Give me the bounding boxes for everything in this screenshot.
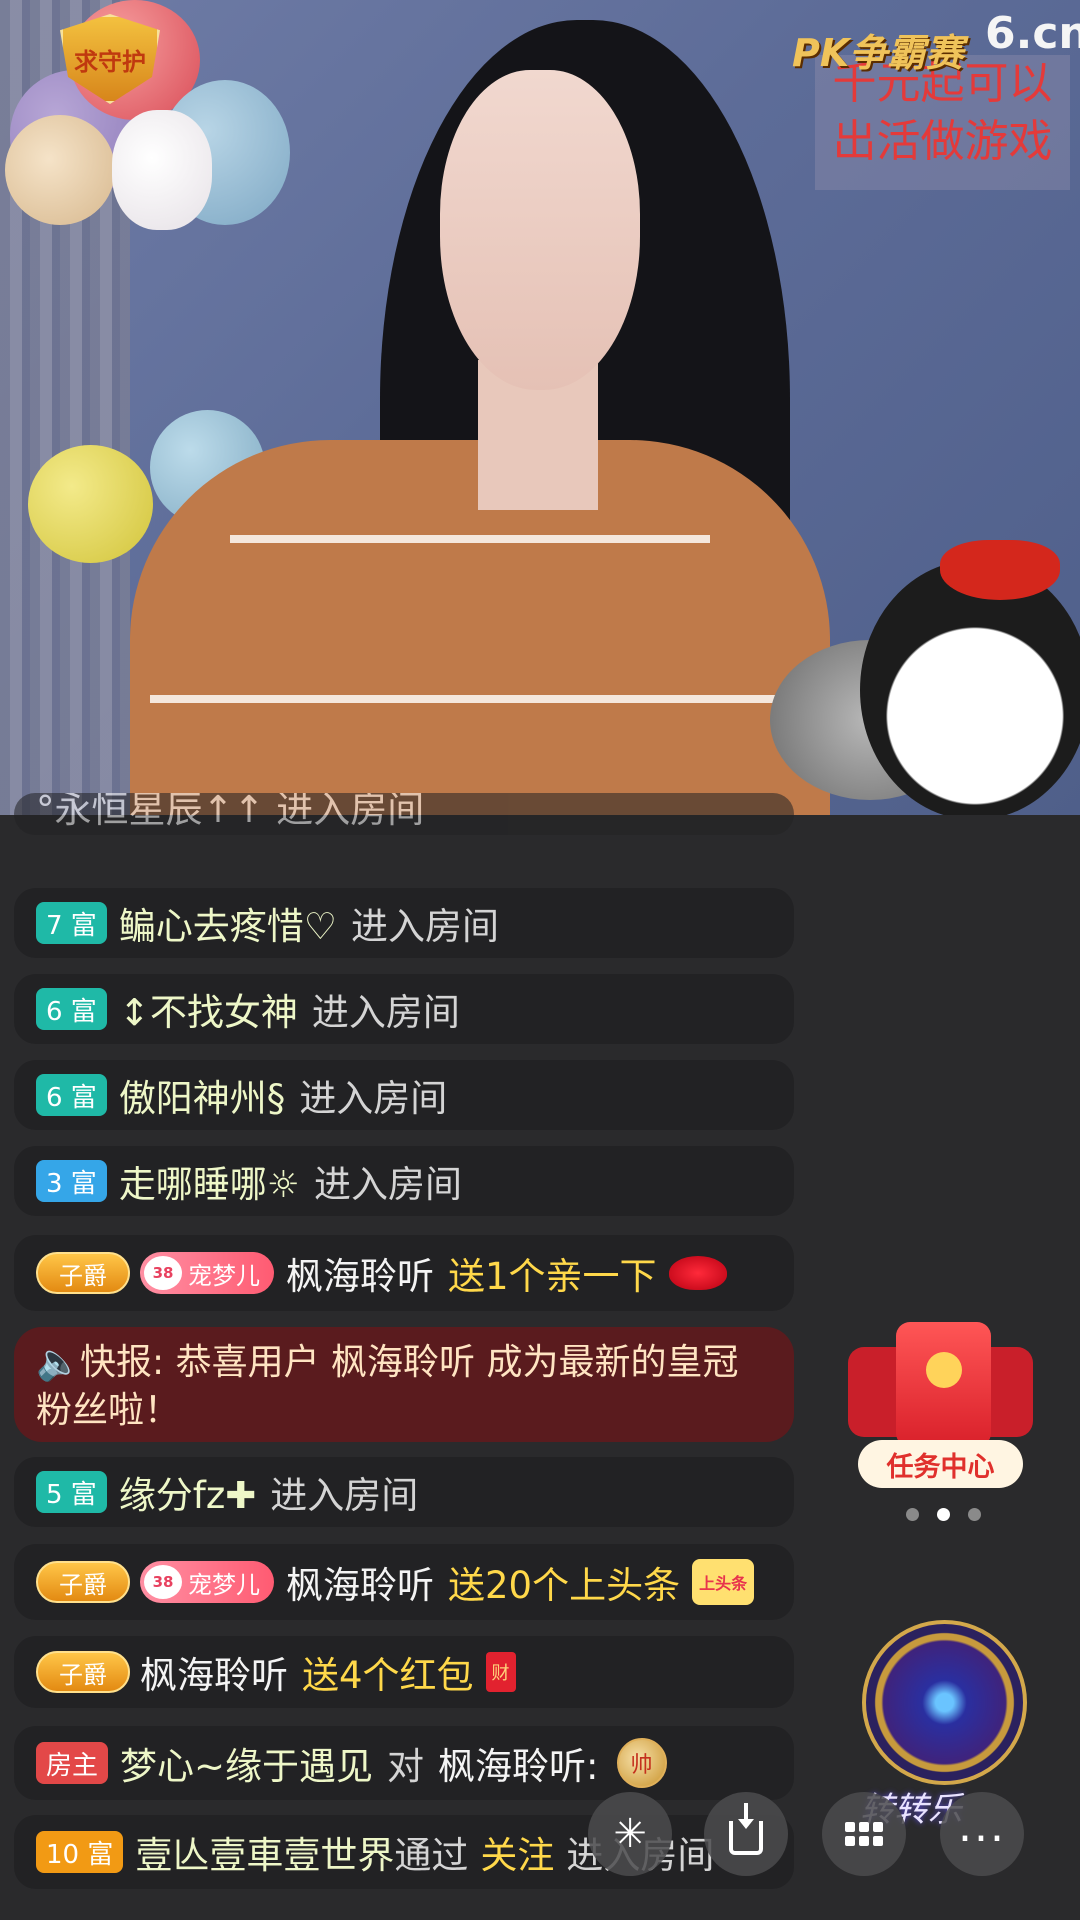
target-nickname[interactable]: 枫海聆听: bbox=[438, 1736, 598, 1790]
lucky-wheel-icon[interactable] bbox=[862, 1620, 1027, 1785]
wealth-level-badge: 3 富 bbox=[36, 1160, 107, 1202]
chat-message[interactable]: 7 富 鳊心去疼惜♡ 进入房间 bbox=[14, 888, 794, 958]
host-message[interactable]: 房主 梦心~缘于遇见 对 枫海聆听: 帅 bbox=[14, 1726, 794, 1800]
user-nickname[interactable]: 枫海聆听 bbox=[140, 1645, 288, 1699]
wealth-level-badge: 6 富 bbox=[36, 1074, 107, 1116]
live-video[interactable]: 求守护 千元起可以 出活做游戏 PK争霸赛 6.cn bbox=[0, 0, 1080, 815]
gift-message[interactable]: 子爵 38 宠梦儿 枫海聆听 送20个上头条 上头条 bbox=[14, 1544, 794, 1620]
bear-sticker-icon bbox=[5, 115, 115, 225]
enter-room-text: 进入房间 bbox=[270, 1474, 419, 1517]
gift-text: 送1个亲一下 bbox=[448, 1255, 657, 1298]
pk-logo: PK争霸赛 bbox=[792, 31, 964, 75]
overlay-line-2: 出活做游戏 bbox=[832, 116, 1053, 167]
chat-message[interactable]: 6 富 ↕不找女神 进入房间 bbox=[14, 974, 794, 1044]
follow-text: 关注 bbox=[480, 1834, 555, 1877]
enter-room-text: 进入房间 bbox=[299, 1077, 448, 1120]
chat-message-text: °永恒星辰↑↑ 进入房间 bbox=[36, 793, 425, 831]
guard-badge-label: 求守护 bbox=[74, 47, 146, 76]
fan-badge: 38 宠梦儿 bbox=[140, 1252, 274, 1294]
red-packet-icon: 财 bbox=[485, 1652, 516, 1692]
task-center-button[interactable]: 任务中心 bbox=[848, 1322, 1033, 1497]
task-center-label: 任务中心 bbox=[858, 1440, 1023, 1488]
chat-message-cut: °永恒星辰↑↑ 进入房间 bbox=[14, 793, 794, 835]
chat-message[interactable]: 10 富 壹亾壹車壹世界 通过 关注 进入房间 bbox=[14, 1815, 794, 1889]
speaker-icon: 🔈 bbox=[36, 1342, 81, 1383]
download-icon bbox=[729, 1803, 763, 1855]
user-nickname[interactable]: 走哪睡哪☼ bbox=[119, 1154, 300, 1208]
user-nickname[interactable]: 傲阳神州§ bbox=[119, 1068, 286, 1122]
user-nickname[interactable]: 缘分fz✚ bbox=[119, 1465, 256, 1519]
share-button[interactable]: ✳ bbox=[588, 1792, 672, 1876]
chat-message[interactable]: 6 富 傲阳神州§ 进入房间 bbox=[14, 1060, 794, 1130]
apps-button[interactable] bbox=[822, 1792, 906, 1876]
handsome-token-icon: 帅 bbox=[616, 1738, 667, 1788]
plush-toy bbox=[860, 560, 1080, 815]
user-nickname[interactable]: 鳊心去疼惜♡ bbox=[119, 896, 337, 950]
carousel-dot-active[interactable] bbox=[937, 1508, 950, 1521]
noble-badge: 子爵 bbox=[36, 1561, 130, 1603]
user-nickname[interactable]: 梦心~缘于遇见 bbox=[120, 1736, 373, 1790]
gift-message[interactable]: 子爵 枫海聆听 送4个红包 财 bbox=[14, 1636, 794, 1708]
broadcast-banner[interactable]: 🔈快报: 恭喜用户 枫海聆听 成为最新的皇冠粉丝啦！ bbox=[14, 1327, 794, 1442]
carousel-dots[interactable] bbox=[906, 1508, 981, 1521]
heart-icon: 38 bbox=[144, 1565, 182, 1599]
plush-bow bbox=[940, 540, 1060, 600]
gift-text: 送4个红包 bbox=[302, 1654, 474, 1697]
share-sparkle-icon: ✳ bbox=[613, 1811, 647, 1857]
more-button[interactable]: ... bbox=[940, 1792, 1024, 1876]
fan-badge: 38 宠梦儿 bbox=[140, 1561, 274, 1603]
heart-icon: 38 bbox=[144, 1256, 182, 1290]
wealth-level-badge: 5 富 bbox=[36, 1471, 107, 1513]
via-text: 通过 bbox=[394, 1834, 469, 1877]
enter-room-text: 进入房间 bbox=[350, 905, 499, 948]
enter-room-text: 进入房间 bbox=[313, 1163, 462, 1206]
to-text: 对 bbox=[387, 1745, 425, 1788]
noble-badge: 子爵 bbox=[36, 1252, 130, 1294]
streamer-face bbox=[440, 70, 640, 390]
user-nickname[interactable]: 枫海聆听 bbox=[286, 1555, 434, 1609]
host-badge: 房主 bbox=[36, 1742, 109, 1784]
chat-message[interactable]: 3 富 走哪睡哪☼ 进入房间 bbox=[14, 1146, 794, 1216]
headline-icon: 上头条 bbox=[692, 1559, 755, 1605]
gift-text: 送20个上头条 bbox=[448, 1564, 681, 1607]
noble-badge: 子爵 bbox=[36, 1651, 130, 1693]
gift-message[interactable]: 子爵 38 宠梦儿 枫海聆听 送1个亲一下 bbox=[14, 1235, 794, 1311]
carousel-dot[interactable] bbox=[906, 1508, 919, 1521]
bunny-sticker-icon bbox=[112, 110, 212, 230]
more-icon: ... bbox=[958, 1801, 1006, 1852]
site-logo: 6.cn bbox=[985, 8, 1080, 59]
carousel-dot[interactable] bbox=[968, 1508, 981, 1521]
sweater-stripe bbox=[150, 695, 810, 703]
fan-badge-name: 宠梦儿 bbox=[188, 1570, 260, 1599]
broadcast-text: 快报: 恭喜用户 枫海聆听 成为最新的皇冠粉丝啦！ bbox=[36, 1342, 739, 1431]
sweater-stripe bbox=[230, 535, 710, 543]
envelope-seal-icon bbox=[926, 1352, 962, 1388]
grid-menu-icon bbox=[845, 1822, 883, 1846]
user-nickname[interactable]: 枫海聆听 bbox=[286, 1246, 434, 1300]
wealth-level-badge: 6 富 bbox=[36, 988, 107, 1030]
user-nickname[interactable]: ↕不找女神 bbox=[119, 982, 298, 1036]
user-nickname[interactable]: 壹亾壹車壹世界 bbox=[135, 1825, 394, 1879]
kiss-lips-icon bbox=[668, 1256, 727, 1290]
enter-room-text: 进入房间 bbox=[311, 991, 460, 1034]
wealth-level-badge: 10 富 bbox=[36, 1831, 124, 1873]
chat-message[interactable]: 5 富 缘分fz✚ 进入房间 bbox=[14, 1457, 794, 1527]
fan-badge-name: 宠梦儿 bbox=[188, 1261, 260, 1290]
wealth-level-badge: 7 富 bbox=[36, 902, 107, 944]
balloon-yellow bbox=[28, 445, 153, 563]
download-button[interactable] bbox=[704, 1792, 788, 1876]
